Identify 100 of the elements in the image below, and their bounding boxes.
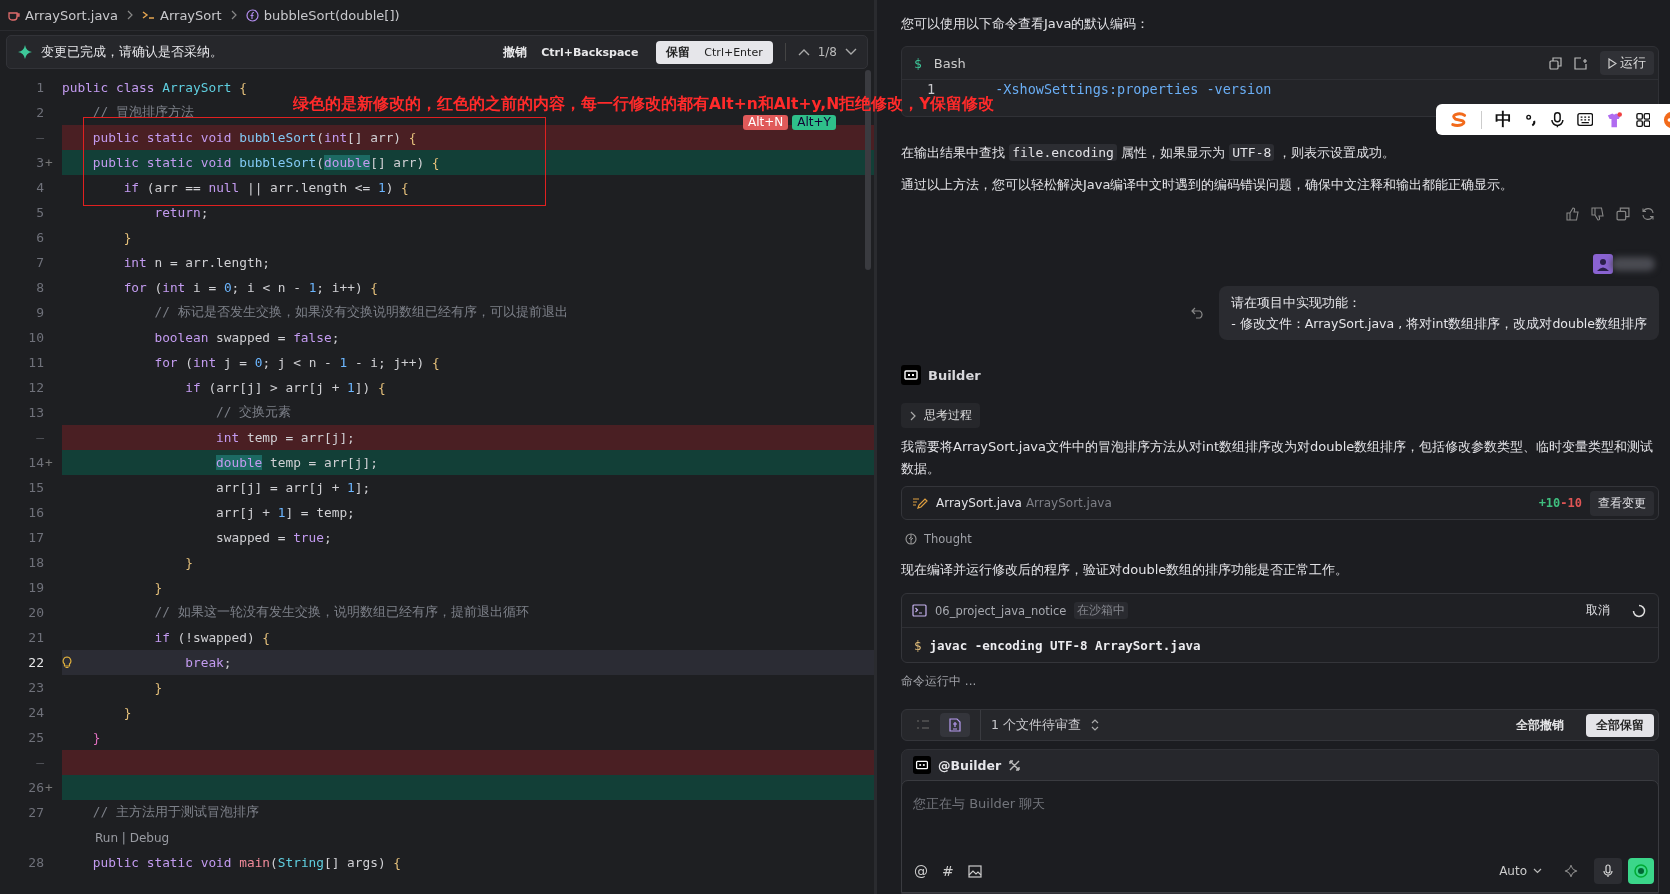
line-number: 19 [28,580,44,595]
terminal-icon [912,604,927,617]
code-line: } [153,679,163,697]
line-number: 1 [36,80,44,95]
caret-icon[interactable] [1533,868,1542,874]
line-number: 16 [28,505,44,520]
accept-shortcut[interactable]: Alt+Y [792,115,836,130]
chat-text: 在输出结果中查找 file.encoding 属性，如果显示为 UTF-8 ，则表示设置成功。 [901,143,1397,163]
sparkle-icon [17,44,33,60]
chevron-right-icon [126,10,135,20]
line-number: 1 [927,81,936,97]
keyboard-icon[interactable] [1576,112,1594,127]
revert-all-button[interactable]: 全部撤销 [1510,716,1570,734]
blurred-name [1611,257,1655,271]
line-number: 6 [36,230,44,245]
file-review-toggle[interactable] [940,713,970,737]
message-input[interactable]: 您正在与 Builder 聊天 @ # Auto [901,780,1659,893]
file-icon [949,718,961,732]
thought-label: Thought [924,532,972,546]
line-number: 18 [28,555,44,570]
code-line: if (arr == null || arr.length <= 1) { [122,179,409,198]
shirt-icon[interactable] [1606,110,1623,129]
pending-files-dropdown[interactable]: 1 个文件待审查 [991,716,1081,734]
file-name[interactable]: ArraySort.java [936,496,1022,510]
reject-shortcut[interactable]: Alt+N [743,115,789,130]
view-changes-button[interactable]: 查看变更 [1590,490,1654,516]
undo-icon[interactable] [1191,307,1206,319]
command-text: javac -encoding UTF-8 ArraySort.java [929,637,1201,653]
chevron-up-icon[interactable] [797,48,810,56]
code-line: swapped = true; [215,529,332,547]
avatar-icon [1593,254,1613,274]
keep-button[interactable]: 保留 Ctrl+Enter [656,40,773,64]
line-number: 11 [28,355,44,370]
breadcrumb-item[interactable]: ArraySort.java [25,7,119,23]
insert-tool[interactable]: @ [914,863,928,879]
line-number: 14 [28,455,44,470]
spinner-icon [1632,603,1646,618]
breadcrumb-item[interactable]: ArraySort [160,7,222,23]
added-count: +10 [1538,496,1561,510]
code-line: arr[j + 1] = temp; [215,504,355,522]
bot-icon [901,365,921,385]
thinking-toggle[interactable]: 思考过程 [901,403,980,428]
code-line: if (!swapped) { [153,629,271,647]
thumbs-up-icon[interactable] [1566,207,1580,221]
insert-icon[interactable] [1574,56,1588,70]
updown-icon[interactable] [1090,719,1099,731]
line-number: 28 [28,855,44,870]
change-counter: 1/8 [817,45,837,59]
status-text: 命令运行中 ... [901,673,978,690]
run-debug-lens[interactable]: Run | Debug [95,830,170,845]
line-number: 21 [28,630,44,645]
chat-text: 我需要将ArraySort.java文件中的冒泡排序方法从对int数组排序改为对double数组排序，包括修改参数类型、临时变量类型和测试数据。 [901,438,1655,478]
code-line: for (int i = 0; i < n - 1; i++) { [122,279,378,297]
code-line: // 标记是否发生交换，如果没有交换说明数组已经有序，可以提前退出 [153,303,568,321]
line-number: 7 [36,255,44,270]
breadcrumb-item[interactable]: bubbleSort(double[]) [263,7,400,23]
agent-mention: @Builder [938,757,1002,773]
image-icon[interactable] [967,864,982,878]
stop-icon [1634,864,1648,878]
chat-text: 您可以使用以下命令查看Java的默认编码： [901,15,1151,33]
line-number: 15 [28,480,44,495]
removed-count: -10 [1560,496,1582,510]
copy-icon[interactable] [1616,207,1630,221]
mic-icon[interactable] [1550,110,1564,129]
insert-tool[interactable]: # [942,863,954,879]
code-line: for (int j = 0; j < n - 1 - i; j++) { [153,354,440,372]
file-path: ArraySort.java [1025,496,1112,510]
tools-icon[interactable] [1008,758,1022,772]
cancel-button[interactable]: 取消 [1580,601,1616,620]
input-mode[interactable]: 中 [1495,108,1513,131]
code-line: // 冒泡排序方法 [91,103,194,121]
line-number: 13 [28,405,44,420]
run-button[interactable]: 运行 [1600,51,1654,75]
reject-button[interactable]: 撤销 Ctrl+Backspace [493,40,649,64]
code-line: arr[j] = arr[j + 1]; [215,479,371,497]
keep-all-button[interactable]: 全部保留 [1586,713,1654,737]
logo-icon[interactable] [1450,110,1469,129]
checklist-icon[interactable] [916,719,930,731]
prompt-symbol: $ [914,55,922,71]
annotation-text: 绿色的是新修改的，红色的之前的内容，每一行修改的都有Alt+n和Alt+y,N拒绝修改，Y保留修改 [293,96,995,113]
refresh-icon[interactable] [1641,207,1655,221]
sparkle-icon[interactable] [1564,863,1580,879]
line-number: 22 [28,655,44,670]
code-line: -XshowSettings:properties -version [995,81,1272,97]
stop-button[interactable] [1628,858,1654,884]
bot-icon [913,756,931,774]
thought-icon [905,533,917,545]
chat-text: 现在编译并运行修改后的程序，验证对double数组的排序功能是否正常工作。 [901,561,1350,579]
grid-icon[interactable] [1635,111,1651,128]
code-line: } [184,554,193,572]
lightbulb-icon[interactable] [62,656,72,669]
thumbs-down-icon[interactable] [1591,207,1605,221]
code-line: return; [153,204,209,222]
line-number: 23 [28,680,44,695]
chevron-down-icon[interactable] [845,48,857,56]
prompt-symbol: $ [914,637,922,653]
line-number: 20 [28,605,44,620]
copy-icon[interactable] [1549,56,1562,70]
mic-button[interactable] [1594,858,1622,884]
model-dropdown[interactable]: Auto [1499,864,1527,878]
